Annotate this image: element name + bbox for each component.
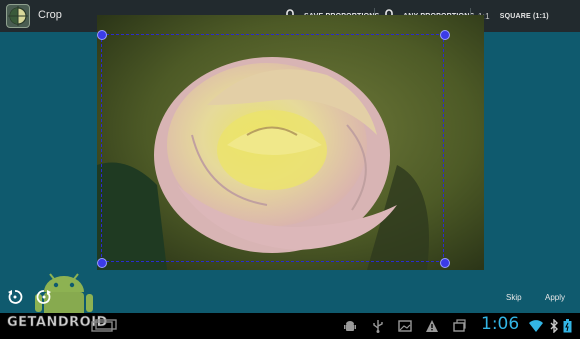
recents-icon[interactable] [86,319,120,333]
rotate-left-icon[interactable] [7,289,23,305]
usb-icon [373,320,383,333]
rotate-right-icon[interactable] [36,289,52,305]
crop-handle-top-left[interactable] [97,30,107,40]
crop-frame[interactable] [101,34,444,262]
wifi-icon [529,320,543,332]
bottom-bar [0,283,580,313]
square-button[interactable]: 1:1 SQUARE (1:1) [478,0,549,32]
crop-app-icon-graphic [8,6,28,26]
square-label: SQUARE (1:1) [499,12,549,20]
crop-handle-bottom-right[interactable] [440,258,450,268]
app-title: Crop [38,9,62,21]
apply-button[interactable]: Apply [545,293,565,302]
bluetooth-icon [550,319,558,333]
clock: 1:06 [481,314,520,334]
crop-handle-bottom-left[interactable] [97,258,107,268]
gallery-icon [398,320,412,332]
battery-icon [563,319,572,333]
crop-app-icon[interactable] [6,4,30,28]
android-debug-icon [344,321,356,331]
crop-handle-top-right[interactable] [440,30,450,40]
skip-button[interactable]: Skip [506,293,522,302]
screenshot-icon [453,319,466,332]
warning-icon [426,320,438,332]
